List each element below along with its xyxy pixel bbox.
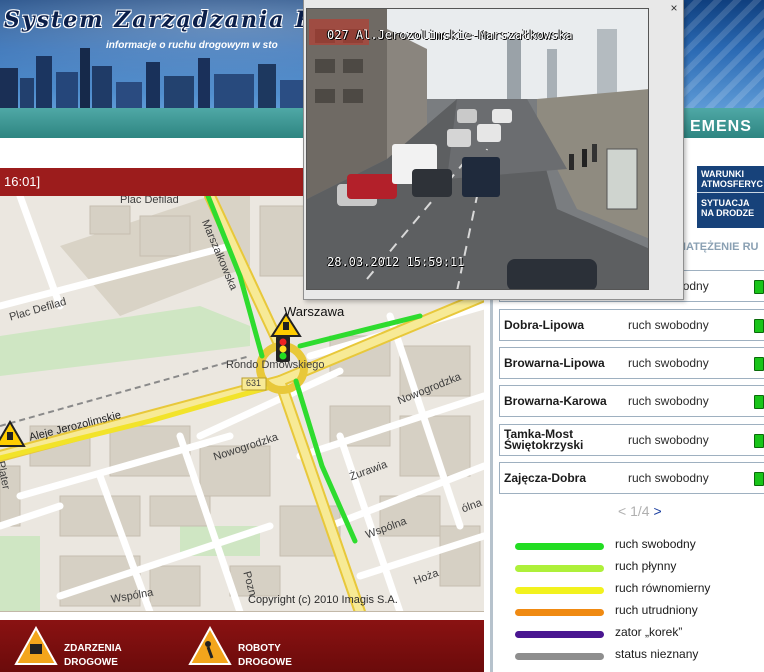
- status-row-status: ruch swobodny: [628, 471, 709, 485]
- status-row[interactable]: Zajęcza-Dobra ruch swobodny: [499, 462, 764, 494]
- legend-label: ruch swobodny: [615, 537, 696, 551]
- camera-title: 027 Al.Jerozolimskie-Marszałkowska: [327, 28, 573, 42]
- pager: < 1/4 >: [618, 503, 662, 519]
- status-row-status: ruch swobodny: [628, 318, 709, 332]
- legend-swatch: [515, 565, 604, 572]
- accident-warning-icon: [14, 626, 58, 665]
- legend-swatch: [515, 609, 604, 616]
- map-label-rondo: Rondo Dmowskiego: [226, 359, 325, 371]
- status-row[interactable]: Browarna-Karowa ruch swobodny: [499, 385, 764, 417]
- site-title: System Zarządzania Ruc: [4, 7, 349, 33]
- tab-weather[interactable]: WARUNKI ATMOSFERYC: [697, 166, 764, 192]
- bottom-panel: ZDARZENIA DROGOWE ROBOTY DROGOWE: [0, 620, 484, 672]
- legend-label: ruch równomierny: [615, 581, 711, 595]
- pager-prev-button[interactable]: <: [618, 503, 626, 519]
- status-row-status: ruch swobodny: [628, 433, 709, 447]
- header-stripes: [674, 0, 764, 108]
- traffic-status-icon: [754, 280, 764, 294]
- map-label-road-631: 631: [246, 378, 262, 388]
- status-row-status: ruch swobodny: [628, 356, 709, 370]
- tab-road-situation[interactable]: SYTUACJA NA DRODZE: [697, 192, 764, 221]
- traffic-status-icon: [754, 319, 764, 333]
- traffic-status-icon: [754, 472, 764, 486]
- legend-swatch: [515, 631, 604, 638]
- legend-label: status nieznany: [615, 647, 699, 661]
- status-row[interactable]: Tamka-Most Świętokrzyski ruch swobodny: [499, 424, 764, 456]
- camera-timestamp: 28.03.2012 15:59:11: [327, 255, 465, 269]
- close-button[interactable]: ×: [668, 2, 680, 14]
- status-row-location: Browarna-Karowa: [504, 393, 607, 408]
- roadworks-label: ROBOTY DROGOWE: [238, 643, 292, 668]
- status-row-location: Browarna-Lipowa: [504, 355, 605, 370]
- roadworks-button[interactable]: ROBOTY DROGOWE: [188, 626, 308, 672]
- partner-logo: EMENS: [690, 118, 752, 135]
- legend-label: ruch utrudniony: [615, 603, 698, 617]
- traffic-status-icon: [754, 395, 764, 409]
- map-label-warszawa: Warszawa: [284, 304, 345, 319]
- legend-label: zator „korek”: [615, 625, 683, 639]
- roadworks-warning-icon: [188, 626, 232, 665]
- status-row-status: ruch swobodny: [628, 394, 709, 408]
- legend-swatch: [515, 653, 604, 660]
- legend-label: ruch płynny: [615, 559, 677, 573]
- status-row-location: Zajęcza-Dobra: [504, 470, 587, 485]
- incidents-label: ZDARZENIA DROGOWE: [64, 643, 122, 668]
- status-row[interactable]: Browarna-Lipowa ruch swobodny: [499, 347, 764, 379]
- camera-image: 027 Al.Jerozolimskie-Marszałkowska 28.03…: [306, 8, 649, 290]
- map-label-plac-defilad: Plac Defilad: [120, 196, 179, 206]
- status-row-location: Tamka-Most Świętokrzyski: [504, 427, 584, 452]
- legend-swatch: [515, 543, 604, 550]
- traffic-status-icon: [754, 357, 764, 371]
- site-subtitle: informacje o ruchu drogowym w sto: [106, 40, 278, 51]
- status-row-location: Dobra-Lipowa: [504, 317, 584, 332]
- status-row[interactable]: Dobra-Lipowa ruch swobodny: [499, 309, 764, 341]
- pager-next-button[interactable]: >: [653, 503, 661, 519]
- camera-scene: [307, 9, 648, 289]
- sidebar-tabs: WARUNKI ATMOSFERYC SYTUACJA NA DRODZE: [697, 166, 764, 228]
- legend-swatch: [515, 587, 604, 594]
- incidents-button[interactable]: ZDARZENIA DROGOWE: [14, 626, 134, 672]
- traffic-intensity-title: NATĘŻENIE RU: [678, 241, 759, 253]
- map-copyright: Copyright (c) 2010 Imagis S.A.: [248, 594, 398, 606]
- traffic-status-icon: [754, 434, 764, 448]
- pager-page-indicator: 1/4: [630, 503, 650, 519]
